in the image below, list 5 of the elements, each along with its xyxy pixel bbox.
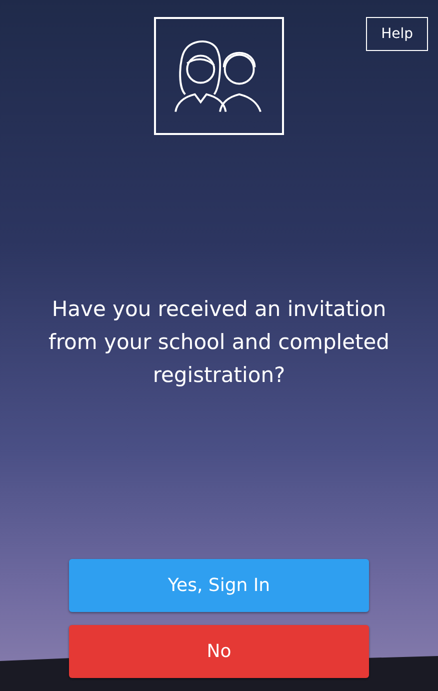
people-icon — [154, 17, 284, 135]
question-text: Have you received an invitation from your school and completed registration? — [47, 296, 391, 390]
sign-in-button[interactable]: Yes, Sign In — [69, 559, 369, 612]
help-button[interactable]: Help — [366, 17, 428, 51]
no-button[interactable]: No — [69, 625, 369, 678]
